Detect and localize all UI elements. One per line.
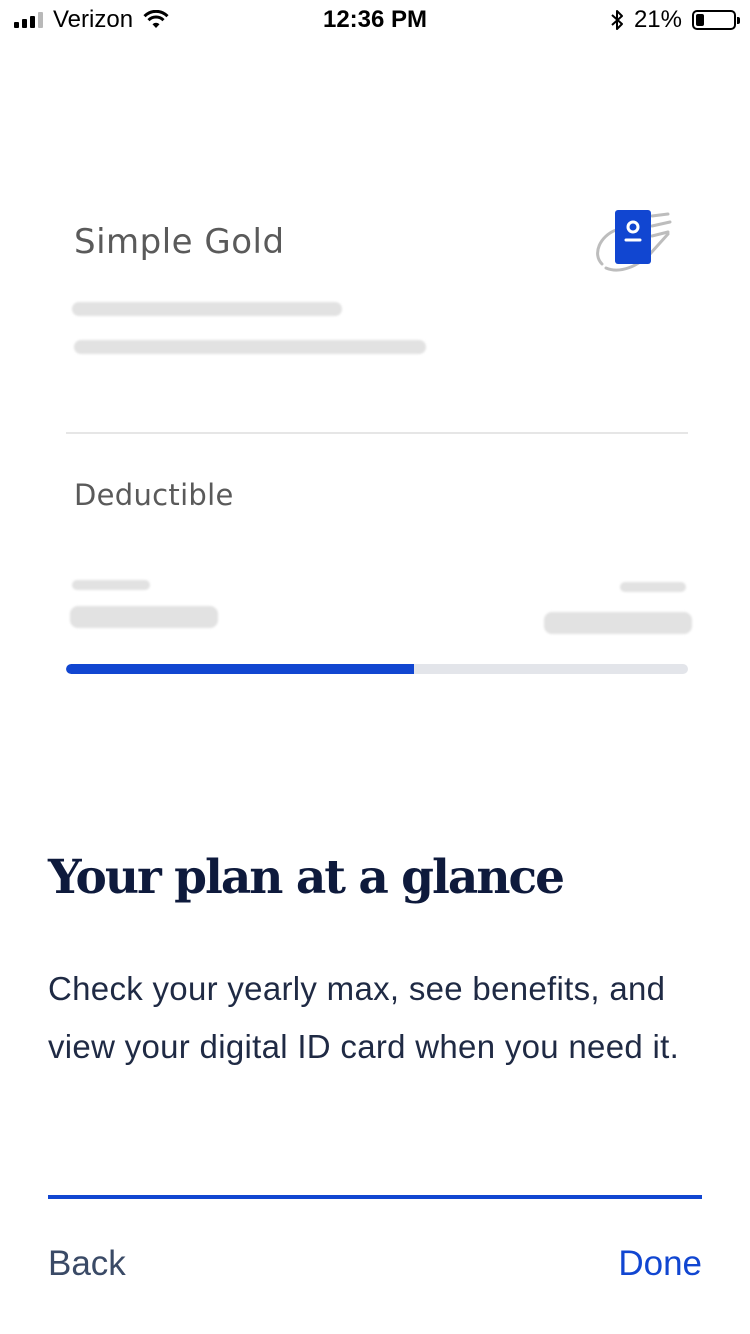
battery-icon <box>692 10 740 30</box>
wifi-icon <box>143 10 169 28</box>
battery-percent: 21% <box>633 6 682 33</box>
deductible-max-placeholder <box>544 612 692 634</box>
deductible-progress-fill <box>66 664 415 674</box>
status-right: 21% <box>610 6 740 34</box>
plan-detail-placeholder <box>72 302 342 316</box>
deductible-label: Deductible <box>74 478 234 512</box>
signal-icon <box>14 12 43 28</box>
bluetooth-icon <box>611 10 623 30</box>
page-title: Your plan at a glance <box>48 850 565 905</box>
status-left: Verizon <box>14 6 169 34</box>
battery-level <box>696 14 704 26</box>
deductible-amount-placeholder <box>70 606 218 628</box>
deductible-max-placeholder <box>620 582 686 592</box>
footer-divider <box>48 1195 702 1199</box>
deductible-amount-placeholder <box>72 580 150 590</box>
plan-detail-placeholder <box>74 340 426 354</box>
id-card-icon <box>596 210 672 272</box>
page-description: Check your yearly max, see benefits, and… <box>48 970 680 1065</box>
carrier-label: Verizon <box>53 6 134 33</box>
deductible-progress-bar <box>66 664 688 674</box>
done-button[interactable]: Done <box>618 1244 702 1284</box>
status-bar: Verizon 12:36 PM 21% <box>0 0 750 40</box>
plan-name: Simple Gold <box>74 222 285 262</box>
back-button[interactable]: Back <box>48 1244 126 1284</box>
card-divider <box>66 432 688 434</box>
